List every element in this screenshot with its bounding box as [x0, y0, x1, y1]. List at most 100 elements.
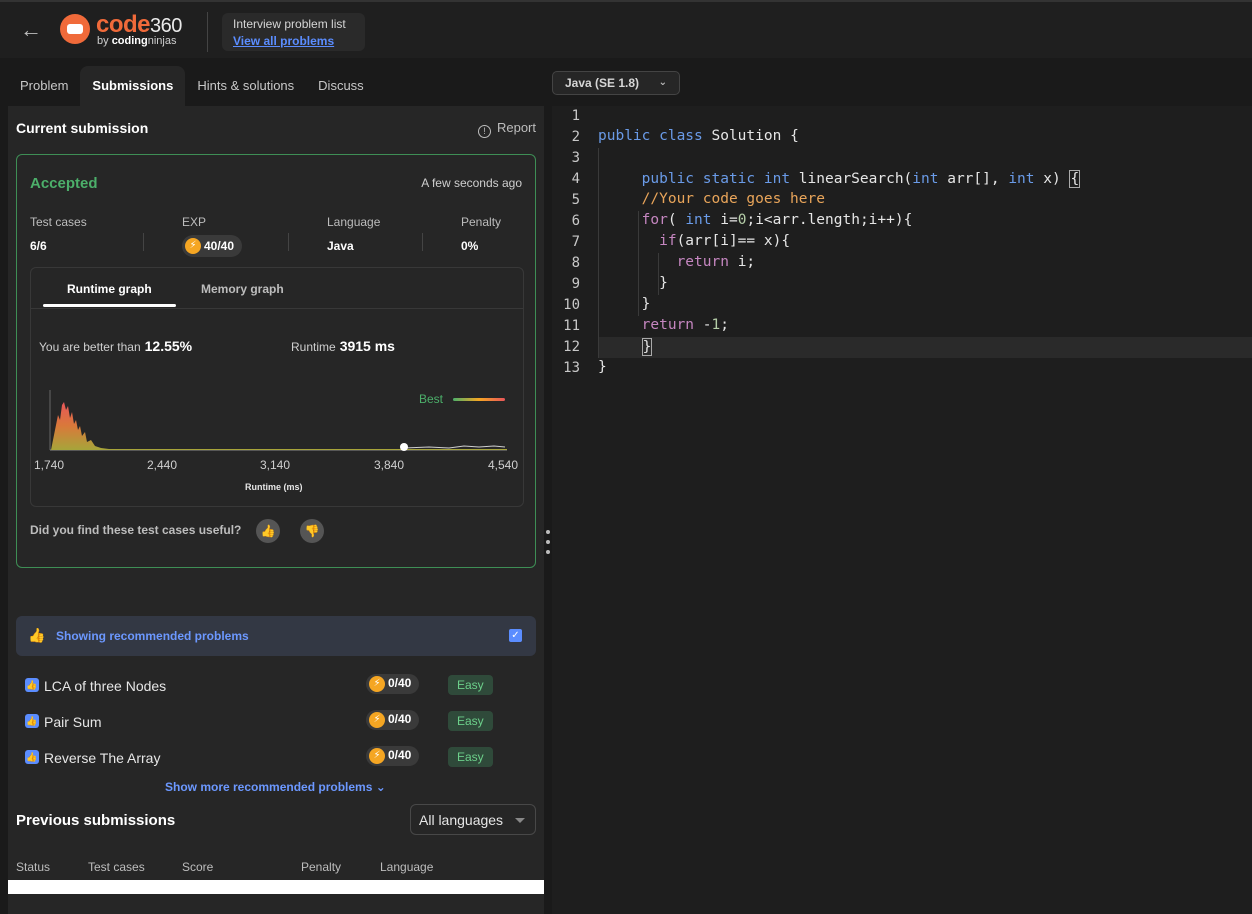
- problem-name[interactable]: LCA of three Nodes: [44, 678, 166, 694]
- line-number: 2: [571, 129, 580, 145]
- show-more-button[interactable]: Show more recommended problems ⌄: [165, 780, 386, 794]
- view-all-problems-link[interactable]: View all problems: [233, 34, 354, 48]
- line-number: 13: [563, 360, 580, 376]
- status-badge: Accepted: [30, 175, 98, 192]
- tab-hints-solutions[interactable]: Hints & solutions: [185, 66, 306, 106]
- stat-test-cases: Test cases 6/6: [30, 215, 87, 253]
- code-line: public class Solution {: [598, 128, 799, 144]
- lightning-icon: ⚡: [185, 237, 201, 254]
- info-icon: !: [477, 125, 491, 138]
- x-tick: 1,740: [34, 458, 65, 472]
- problem-name[interactable]: Pair Sum: [44, 714, 102, 730]
- code-area[interactable]: public class Solution { public static in…: [598, 106, 1252, 914]
- panel-resize-handle[interactable]: [545, 530, 551, 566]
- recommended-banner: 👍 Showing recommended problems ✓: [16, 616, 536, 656]
- stat-divider: [288, 233, 289, 251]
- runtime-value: 3915 ms: [339, 338, 395, 354]
- tab-discuss[interactable]: Discuss: [306, 66, 376, 106]
- code-line: }: [598, 359, 607, 375]
- column-header: Test cases: [88, 860, 145, 874]
- line-number-gutter: 1 2 3 4 5 6 7 8 9 10 11 12 13: [552, 106, 598, 914]
- tab-runtime-graph[interactable]: Runtime graph: [67, 282, 152, 296]
- code-editor[interactable]: 1 2 3 4 5 6 7 8 9 10 11 12 13 public cla…: [552, 106, 1252, 914]
- better-than-value: 12.55%: [144, 338, 193, 354]
- your-runtime-marker: [400, 443, 408, 451]
- line-number: 12: [563, 339, 580, 355]
- exp-pill: ⚡ 0/40: [366, 746, 420, 766]
- problem-icon: 👍: [25, 678, 39, 692]
- histogram-tail: [403, 445, 506, 449]
- column-header: Status: [16, 860, 51, 874]
- previous-submissions-title: Previous submissions: [16, 812, 176, 829]
- code-line: //Your code goes here: [641, 191, 825, 207]
- histogram-area: [51, 402, 507, 450]
- useful-question: Did you find these test cases useful?: [30, 523, 242, 537]
- better-than: You are better than 12.55%: [39, 338, 193, 354]
- difficulty-badge: Easy: [448, 747, 493, 767]
- brand-subtitle: by codingninjas: [97, 35, 177, 47]
- column-header: Score: [182, 860, 214, 874]
- x-axis-label: Runtime (ms): [245, 482, 303, 492]
- code-line: }: [598, 275, 668, 291]
- runtime-graph-card: Runtime graph Memory graph You are bette…: [30, 267, 524, 507]
- header-divider: [207, 12, 208, 52]
- tab-problem[interactable]: Problem: [8, 66, 80, 106]
- exp-pill: ⚡ 0/40: [366, 710, 420, 730]
- table-row: [8, 880, 544, 894]
- chevron-down-icon: ⌄: [375, 780, 386, 794]
- line-number: 4: [571, 171, 580, 187]
- code-line: public static int linearSearch(int arr[]…: [641, 170, 1081, 188]
- chevron-down-icon: [515, 818, 525, 823]
- code-line: return i;: [676, 254, 756, 270]
- recommended-checkbox[interactable]: ✓: [509, 629, 522, 642]
- exp-pill: ⚡ 0/40: [366, 674, 420, 694]
- active-tab-underline: [43, 304, 176, 307]
- problem-icon: 👍: [25, 750, 39, 764]
- thumbs-down-icon[interactable]: 👎: [300, 519, 324, 543]
- stat-language: Language Java: [327, 215, 381, 253]
- line-number: 11: [563, 318, 580, 334]
- current-line-highlight: [598, 337, 1252, 358]
- problem-icon: 👍: [25, 714, 39, 728]
- language-filter-select[interactable]: All languages: [410, 804, 536, 835]
- column-header: Penalty: [301, 860, 342, 874]
- stat-exp: EXP ⚡ 40/40: [182, 215, 243, 257]
- list-item[interactable]: 👍 LCA of three Nodes ⚡ 0/40 Easy: [16, 670, 536, 700]
- line-number: 5: [571, 192, 580, 208]
- x-tick: 3,840: [374, 458, 405, 472]
- runtime-histogram: [49, 390, 507, 451]
- problem-name[interactable]: Reverse The Array: [44, 750, 160, 766]
- recommended-banner-label: Showing recommended problems: [56, 629, 249, 643]
- line-number: 1: [571, 108, 580, 124]
- code-line: if(arr[i]== x){: [659, 233, 791, 249]
- difficulty-badge: Easy: [448, 711, 493, 731]
- tab-submissions[interactable]: Submissions: [80, 66, 186, 106]
- runtime-readout: Runtime 3915 ms: [291, 338, 395, 354]
- current-submission-title: Current submission: [16, 120, 149, 136]
- lightning-icon: ⚡: [369, 712, 385, 728]
- stat-divider: [422, 233, 423, 251]
- tab-divider: [31, 308, 523, 309]
- list-item[interactable]: 👍 Reverse The Array ⚡ 0/40 Easy: [16, 742, 536, 772]
- line-number: 10: [563, 297, 580, 313]
- list-item[interactable]: 👍 Pair Sum ⚡ 0/40 Easy: [16, 706, 536, 736]
- problem-tabs: Problem Submissions Hints & solutions Di…: [8, 66, 376, 106]
- x-tick: 2,440: [147, 458, 178, 472]
- code-line: }: [641, 338, 653, 356]
- stat-penalty: Penalty 0%: [461, 215, 502, 253]
- submission-time: A few seconds ago: [421, 176, 522, 190]
- tab-memory-graph[interactable]: Memory graph: [201, 282, 284, 296]
- line-number: 9: [571, 276, 580, 292]
- line-number: 6: [571, 213, 580, 229]
- difficulty-badge: Easy: [448, 675, 493, 695]
- exp-pill: ⚡ 40/40: [182, 235, 243, 257]
- code-line: for( int i=0;i<arr.length;i++){: [641, 212, 913, 228]
- chevron-down-icon: ⌄: [658, 77, 667, 88]
- breadcrumb: Interview problem list View all problems: [222, 13, 365, 51]
- back-arrow-icon[interactable]: ←: [20, 18, 44, 42]
- code360-logo-icon[interactable]: [60, 14, 90, 44]
- report-button[interactable]: ! Report: [477, 120, 536, 138]
- language-select[interactable]: Java (SE 1.8) ⌄: [552, 71, 680, 95]
- thumbs-up-icon[interactable]: 👍: [256, 519, 280, 543]
- thumbs-up-icon: 👍: [28, 627, 46, 643]
